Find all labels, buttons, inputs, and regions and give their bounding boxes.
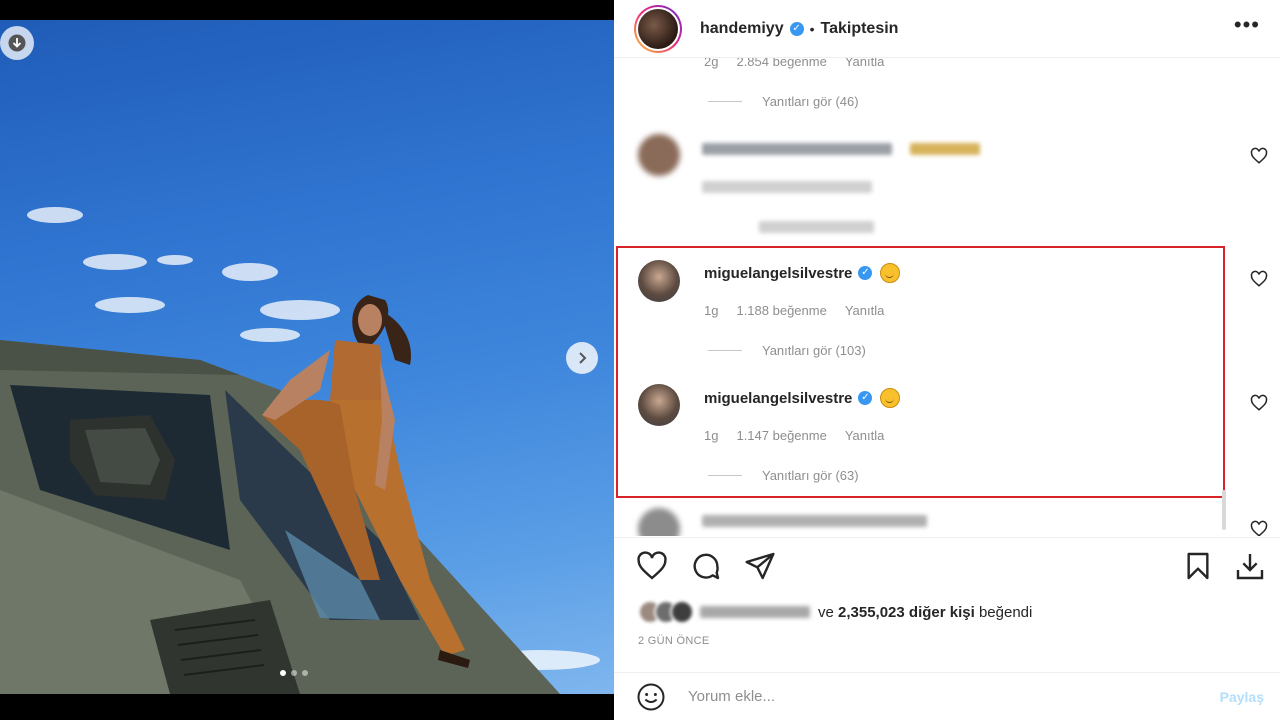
carousel-dot [291,670,297,676]
likes-verb: beğendi [978,603,1033,621]
header-separator: • [809,20,815,37]
comment-like-icon[interactable] [1250,147,1268,165]
post-media [0,0,614,720]
post-actions [614,537,1280,593]
download-icon[interactable] [1234,550,1266,582]
comment-input[interactable] [688,688,1168,705]
add-comment-bar: Paylaş [614,672,1280,720]
share-icon[interactable] [744,550,776,582]
blurred-comment-text [702,514,927,532]
comment-likes[interactable]: 2.854 beğenme [736,58,826,69]
follow-status-button[interactable]: Takiptesin [821,20,899,38]
comment-like-icon[interactable] [1250,270,1268,288]
highlight-box [616,246,1225,498]
blurred-liker-name [700,606,810,618]
author-avatar[interactable] [634,4,682,53]
blurred-comment-text [702,142,981,160]
likes-count: 2,355,023 [838,603,905,621]
comment-meta: 2g 2.854 beğenme Yanıtla [704,58,884,69]
post-comment-button[interactable]: Paylaş [1220,689,1264,705]
carousel-dot [280,670,286,676]
post-photo[interactable] [0,20,614,694]
comment-icon[interactable] [690,550,722,582]
blurred-comment-meta [702,180,872,198]
comment-reply-button[interactable]: Yanıtla [845,58,885,69]
carousel-dots [280,670,308,676]
post-side-panel: handemiyy ✓ • Takiptesin ••• 2g 2.854 be… [614,0,1280,720]
likes-connector: ve [818,603,834,621]
chevron-right-icon [579,352,587,364]
bookmark-icon[interactable] [1182,550,1214,582]
post-timestamp[interactable]: 2 GÜN ÖNCE [638,635,709,647]
carousel-dot [302,670,308,676]
download-button[interactable] [0,26,34,60]
post-header: handemiyy ✓ • Takiptesin ••• [614,0,1280,58]
view-replies-label: Yanıtları gör (46) [762,94,859,109]
photo-illustration [0,207,600,694]
comments-list[interactable]: 2g 2.854 beğenme Yanıtla Yanıtları gör (… [614,58,1280,536]
comment-avatar[interactable] [638,508,680,536]
more-options-button[interactable]: ••• [1234,14,1260,36]
verified-icon: ✓ [789,21,804,36]
next-photo-button[interactable] [566,342,598,374]
liker-avatars [638,600,694,624]
blurred-view-replies [759,220,874,238]
comment-avatar[interactable] [638,134,680,176]
likes-summary[interactable]: ve 2,355,023 diğer kişi beğendi [638,600,1032,624]
heart-icon[interactable] [636,550,668,582]
view-replies-button[interactable]: Yanıtları gör (46) [708,94,859,109]
likes-suffix: diğer kişi [908,603,975,621]
author-username[interactable]: handemiyy [700,20,784,38]
comment-like-icon[interactable] [1250,520,1268,536]
download-icon [8,34,26,52]
comments-scrollbar[interactable] [1222,490,1226,530]
comment-age: 2g [704,58,719,69]
comment-like-icon[interactable] [1250,394,1268,412]
smile-icon[interactable] [636,682,666,712]
